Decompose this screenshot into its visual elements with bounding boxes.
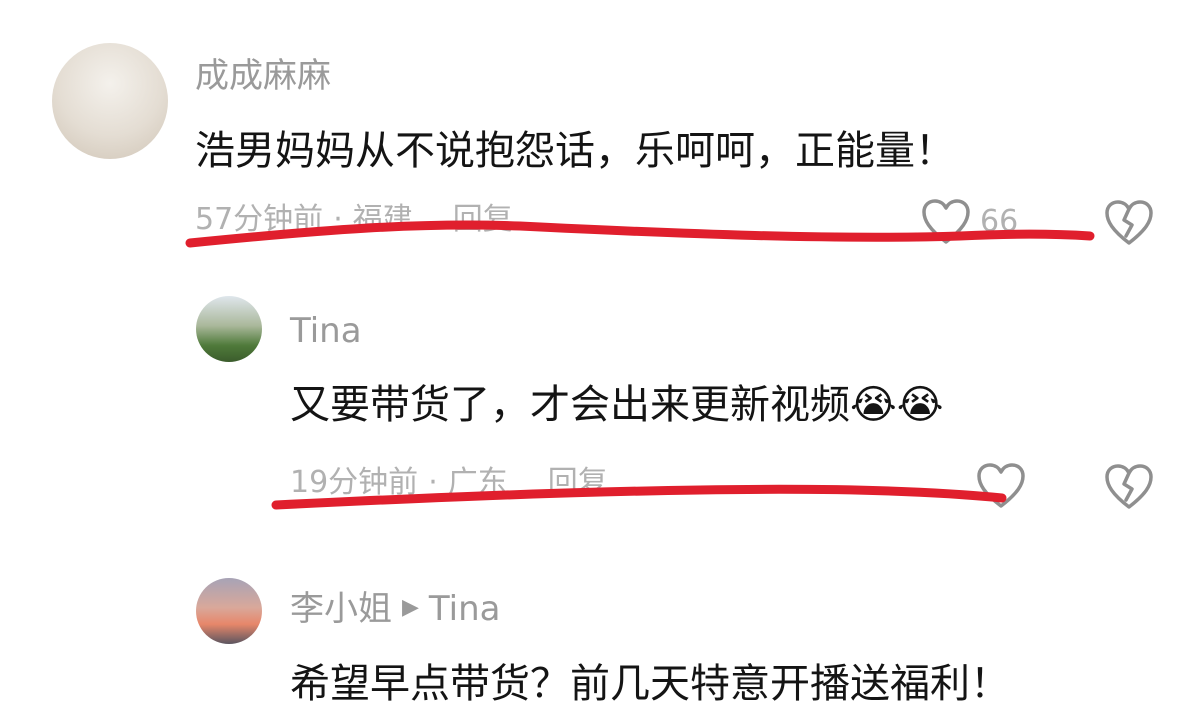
reply-button[interactable]: 回复	[453, 202, 513, 237]
comment-location: 福建	[352, 202, 413, 237]
reply-header: 李小姐 ▶ Tina	[290, 592, 500, 626]
emoji-crying: 😭😭	[850, 382, 944, 428]
heart-outline-icon[interactable]	[975, 462, 1027, 510]
heart-outline-icon[interactable]	[920, 198, 972, 246]
reply-button[interactable]: 回复	[548, 465, 608, 500]
separator-dot: ·	[428, 465, 438, 500]
dislike-button[interactable]	[1102, 198, 1156, 248]
comment-meta: 19分钟前 · 广东 回复	[290, 468, 608, 498]
username[interactable]: 李小姐	[290, 589, 392, 629]
comment-text: 又要带货了，才会出来更新视频	[290, 382, 850, 428]
broken-heart-icon[interactable]	[1102, 198, 1156, 248]
username[interactable]: 成成麻麻	[195, 59, 331, 93]
avatar[interactable]	[196, 578, 262, 644]
comment-meta: 57分钟前 · 福建 回复	[195, 205, 513, 235]
comment-text-row: 又要带货了，才会出来更新视频😭😭	[290, 381, 943, 429]
like-button[interactable]: 66	[920, 198, 1018, 246]
username[interactable]: Tina	[290, 314, 362, 348]
comment-location: 广东	[447, 465, 508, 500]
separator-dot: ·	[333, 202, 343, 237]
annotation-layer	[185, 220, 1095, 510]
avatar[interactable]	[196, 296, 262, 362]
reply-to-username[interactable]: Tina	[429, 589, 501, 629]
comment-text: 希望早点带货？前几天特意开播送福利！	[290, 661, 1010, 707]
comment-text: 浩男妈妈从不说抱怨话，乐呵呵，正能量！	[195, 128, 955, 174]
avatar[interactable]	[52, 43, 168, 159]
comment-time: 57分钟前	[195, 202, 324, 237]
like-button[interactable]	[975, 462, 1027, 510]
play-right-arrow-icon: ▶	[402, 594, 419, 620]
comment-time: 19分钟前	[290, 465, 419, 500]
dislike-button[interactable]	[1102, 462, 1156, 512]
broken-heart-icon[interactable]	[1102, 462, 1156, 512]
like-count: 66	[980, 204, 1019, 239]
